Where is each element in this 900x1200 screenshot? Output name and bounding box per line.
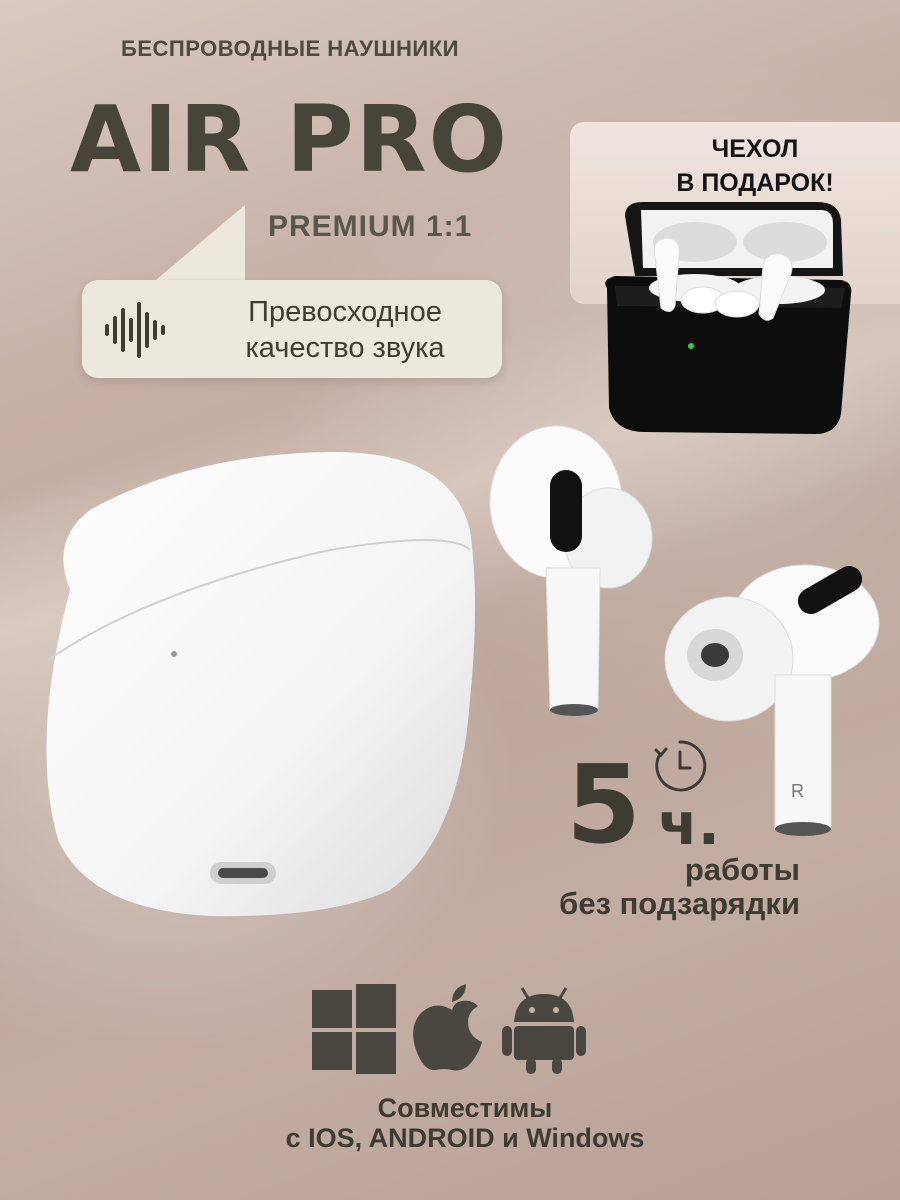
android-icon bbox=[502, 987, 586, 1074]
speech-bubble-tail bbox=[150, 205, 245, 285]
gift-text: ЧЕХОЛ В ПОДАРОК! bbox=[630, 132, 880, 200]
edition-label: PREMIUM 1:1 bbox=[268, 210, 473, 243]
feature-text-line1: Превосходное bbox=[248, 296, 442, 328]
apple-icon bbox=[413, 984, 482, 1071]
battery-caption-line2: без подзарядки bbox=[559, 886, 800, 921]
compatibility-line2: с IOS, ANDROID и Windows bbox=[285, 1123, 645, 1153]
product-title: AIR PRO bbox=[70, 86, 509, 193]
earbud-r-marking: R bbox=[791, 781, 804, 801]
sound-wave-icon bbox=[105, 302, 165, 358]
battery-hours-value: 5 bbox=[566, 743, 642, 868]
feature-bubble: Превосходное качество звука bbox=[82, 280, 502, 378]
windows-icon bbox=[312, 984, 396, 1074]
battery-caption: работы без подзарядки bbox=[480, 853, 800, 921]
product-banner: БЕСПРОВОДНЫЕ НАУШНИКИ AIR PRO PREMIUM 1:… bbox=[0, 0, 900, 1200]
battery-caption-line1: работы bbox=[684, 852, 800, 887]
charging-case-image bbox=[46, 451, 476, 917]
gift-line2: В ПОДАРОК! bbox=[676, 169, 834, 197]
product-subtitle: БЕСПРОВОДНЫЕ НАУШНИКИ bbox=[121, 36, 459, 61]
gift-line1: ЧЕХОЛ bbox=[711, 135, 799, 163]
feature-text-line2: качество звука bbox=[245, 332, 445, 364]
compatibility-text: Совместимы с IOS, ANDROID и Windows bbox=[250, 1093, 680, 1153]
battery-hours-unit: ч. bbox=[658, 790, 720, 858]
compatibility-line1: Совместимы bbox=[377, 1093, 553, 1123]
left-earbud-image bbox=[489, 425, 653, 716]
black-case-image bbox=[605, 202, 852, 434]
os-icons-row bbox=[312, 984, 586, 1074]
timer-icon bbox=[654, 740, 707, 792]
feature-text: Превосходное качество звука bbox=[200, 294, 490, 366]
